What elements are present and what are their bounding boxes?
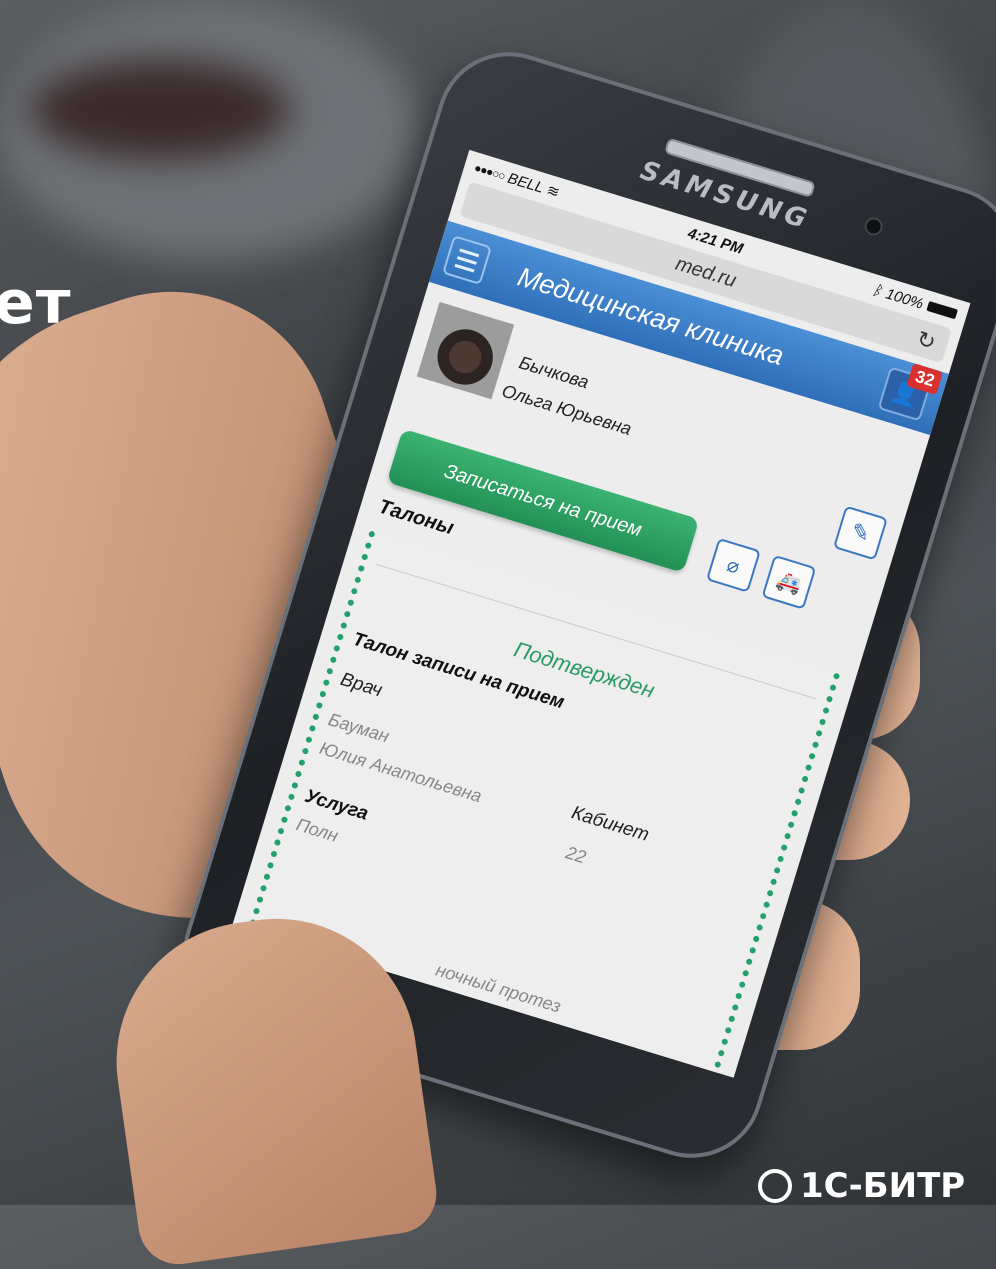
battery-percent: 100% [883, 284, 926, 313]
service-value-start: Полн [293, 814, 341, 846]
room-value: 22 [563, 842, 589, 868]
profile-first-middle-name: Ольга Юрьевна [499, 380, 634, 439]
attachment-button[interactable]: ⌀ [705, 537, 761, 593]
wifi-icon: ≋ [544, 181, 562, 202]
brand-text: 1С-БИТР [800, 1166, 966, 1206]
edit-profile-button[interactable]: ✎ [832, 505, 888, 561]
user-notifications-button[interactable]: 👤 32 [877, 363, 944, 422]
carrier-name: BELL [505, 169, 546, 197]
hamburger-line [459, 248, 480, 257]
pencil-icon: ✎ [848, 517, 874, 548]
brand-logo: 1С-БИТР [758, 1166, 965, 1206]
hamburger-line [457, 255, 478, 265]
menu-button[interactable] [442, 235, 493, 286]
reload-icon[interactable]: ↻ [914, 326, 939, 356]
battery-icon [926, 300, 958, 320]
bluetooth-icon: ᛒ [870, 280, 885, 300]
signal-icon: ●●●○○ [472, 160, 507, 184]
ambulance-icon: 🚑 [773, 568, 804, 597]
hamburger-line [454, 263, 475, 273]
background-blur [30, 60, 290, 160]
service-value-end: ночный протез [433, 959, 564, 1017]
brand-mark-icon [758, 1169, 792, 1203]
paperclip-icon: ⌀ [724, 553, 743, 579]
ambulance-button[interactable]: 🚑 [761, 554, 817, 610]
doctor-label: Врач [337, 668, 385, 702]
avatar [416, 301, 515, 400]
room-label: Кабинет [569, 802, 652, 846]
